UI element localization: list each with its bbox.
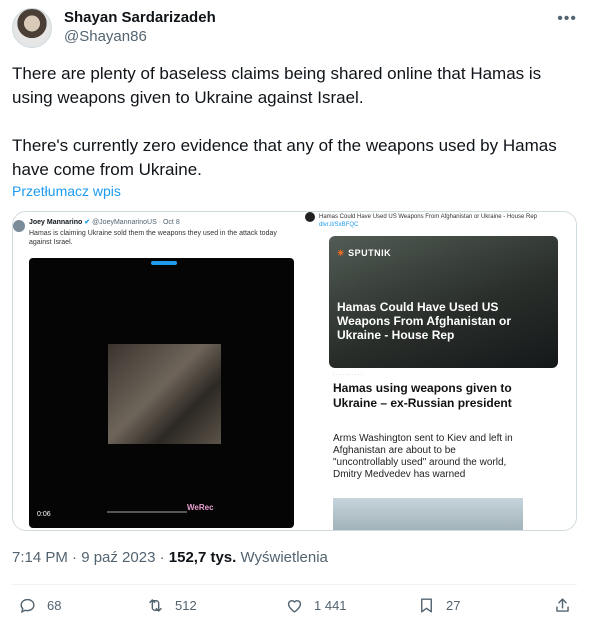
video-time: 0:06 (37, 511, 51, 518)
share-button[interactable] (553, 596, 582, 615)
reply-icon (20, 598, 35, 614)
bookmark-icon (421, 598, 432, 613)
embedded-post-link: dlvr.it/SxBFQC (319, 222, 359, 228)
embedded-post-headline: Hamas Could Have Used US Weapons From Af… (319, 214, 537, 220)
reply-count: 68 (47, 598, 62, 613)
tweet-timestamp: 7:14 PM · 9 paź 2023 · 152,7 tys. Wyświe… (12, 549, 328, 566)
sputnik-headline: Hamas Could Have Used US Weapons From Af… (337, 300, 512, 342)
divider (12, 584, 577, 585)
views-label: Wyświetlenia (236, 549, 328, 566)
video-indicator (151, 261, 177, 265)
retweet-icon (149, 599, 162, 612)
sputnik-logo: ✴ SPUTNIK (337, 248, 391, 259)
heart-icon (287, 600, 302, 613)
news-article-snippet: · · · · · · · · · · Hamas using weapons … (333, 372, 527, 530)
translate-link[interactable]: Przetłumacz wpis (12, 183, 121, 199)
retweet-button[interactable]: 512 (146, 596, 197, 615)
more-horizontal-icon[interactable]: ••• (557, 10, 577, 28)
time-date[interactable]: 7:14 PM · 9 paź 2023 · (12, 549, 169, 566)
author-name[interactable]: Shayan Sardarizadeh (64, 9, 216, 26)
tweet-media-image[interactable]: Joey Mannarino ✔ @JoeyMannarinoUS · Oct … (12, 211, 577, 531)
tweet-paragraph-2: There's currently zero evidence that any… (12, 136, 557, 179)
embedded-handle-date: @JoeyMannarinoUS · Oct 8 (92, 219, 180, 226)
like-count: 1 441 (314, 598, 347, 613)
tweet-header: Shayan Sardarizadeh @Shayan86 ••• (12, 8, 577, 50)
article-image (333, 498, 523, 530)
video-frame (108, 344, 221, 444)
verified-badge-icon: ✔ (84, 219, 91, 226)
like-button[interactable]: 1 441 (285, 596, 347, 615)
reply-button[interactable]: 68 (18, 596, 61, 615)
views-count: 152,7 tys. (168, 549, 237, 566)
sputnik-link-card: ✴ SPUTNIK Hamas Could Have Used US Weapo… (329, 236, 558, 368)
share-icon (556, 598, 569, 612)
embedded-avatar (13, 220, 25, 232)
embedded-post-text: Hamas Could Have Used US Weapons From Af… (319, 213, 574, 229)
author-handle[interactable]: @Shayan86 (64, 28, 147, 45)
article-body: Arms Washington sent to Kiev and left in… (333, 433, 513, 480)
author-avatar[interactable] (12, 8, 52, 48)
sputnik-star-icon: ✴ (337, 248, 346, 258)
article-title: Hamas using weapons given to Ukraine – e… (333, 381, 512, 410)
bookmark-button[interactable]: 27 (417, 596, 460, 615)
retweet-count: 512 (175, 598, 197, 613)
embedded-video: 0:06 WeRec (29, 258, 294, 528)
embedded-avatar-2 (305, 212, 315, 222)
embedded-tweet-screenshot: Joey Mannarino ✔ @JoeyMannarinoUS · Oct … (13, 212, 296, 530)
bookmark-count: 27 (446, 598, 461, 613)
embedded-author-name: Joey Mannarino (29, 219, 83, 226)
video-watermark: WeRec (187, 503, 214, 512)
tweet-paragraph-1: There are plenty of baseless claims bein… (12, 64, 542, 107)
embedded-author: Joey Mannarino ✔ @JoeyMannarinoUS · Oct … (29, 218, 180, 226)
video-progress (107, 511, 187, 513)
embedded-tweet-text: Hamas is claiming Ukraine sold them the … (29, 230, 277, 246)
article-meta: · · · · · · · · · · (333, 372, 363, 378)
sputnik-logo-text: SPUTNIK (348, 248, 392, 258)
action-bar: 68 512 1 441 27 (12, 596, 577, 618)
embedded-news-screenshot: Hamas Could Have Used US Weapons From Af… (301, 212, 576, 530)
